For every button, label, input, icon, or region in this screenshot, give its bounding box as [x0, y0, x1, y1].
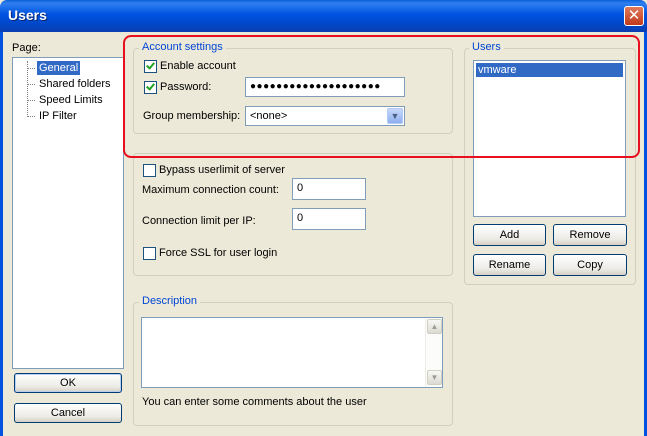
- ok-button[interactable]: OK: [14, 373, 122, 393]
- description-textarea[interactable]: ▲ ▼: [141, 317, 443, 388]
- description-title: Description: [139, 295, 201, 307]
- cancel-button[interactable]: Cancel: [14, 403, 122, 423]
- description-scrollbar[interactable]: ▲ ▼: [425, 318, 442, 387]
- copy-user-button[interactable]: Copy: [553, 254, 627, 276]
- window-title: Users: [8, 7, 47, 23]
- tree-item-speed-limits[interactable]: Speed Limits: [37, 93, 105, 107]
- tree-item-general[interactable]: General: [37, 61, 81, 75]
- arrow-up-icon[interactable]: ▲: [427, 319, 442, 334]
- tree-connector: [27, 68, 35, 69]
- bypass-userlimit-label: Bypass userlimit of server: [159, 164, 285, 176]
- tree-connector: [27, 84, 35, 85]
- page-label: Page:: [12, 42, 41, 54]
- conn-per-ip-input[interactable]: 0: [292, 208, 366, 230]
- force-ssl-checkbox[interactable]: [143, 247, 156, 260]
- tree-item-shared-folders[interactable]: Shared folders: [37, 77, 113, 91]
- tree-connector: [27, 100, 35, 101]
- tree-connector: [27, 116, 35, 117]
- max-connection-input[interactable]: 0: [292, 178, 366, 200]
- tree-connector: [27, 61, 28, 117]
- title-bar: [0, 0, 647, 32]
- tree-item-ip-filter[interactable]: IP Filter: [37, 109, 79, 123]
- conn-per-ip-label: Connection limit per IP:: [142, 215, 256, 227]
- add-user-button[interactable]: Add: [473, 224, 546, 246]
- page-tree[interactable]: General Shared folders Speed Limits IP F…: [12, 57, 124, 369]
- description-hint: You can enter some comments about the us…: [142, 396, 367, 408]
- max-connection-label: Maximum connection count:: [142, 184, 279, 196]
- rename-user-button[interactable]: Rename: [473, 254, 546, 276]
- close-icon: ✕: [627, 7, 641, 24]
- close-button[interactable]: ✕: [624, 6, 644, 26]
- force-ssl-label: Force SSL for user login: [159, 247, 278, 259]
- highlight-box: [123, 35, 640, 158]
- remove-user-button[interactable]: Remove: [553, 224, 627, 246]
- arrow-down-icon[interactable]: ▼: [427, 370, 442, 385]
- bypass-userlimit-checkbox[interactable]: [143, 164, 156, 177]
